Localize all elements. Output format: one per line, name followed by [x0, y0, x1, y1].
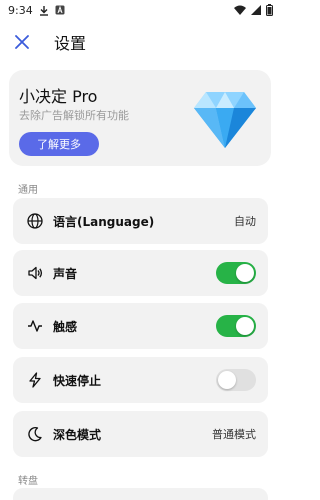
- haptics-toggle[interactable]: [216, 315, 256, 337]
- setting-dark-mode[interactable]: 深色模式 普通模式: [13, 411, 268, 457]
- section-label-wheel: 转盘: [18, 476, 38, 487]
- toggle-knob: [236, 317, 254, 335]
- setting-language-value: 自动: [234, 215, 256, 228]
- notification-a-icon: [55, 5, 65, 15]
- setting-quick-stop-label: 快速停止: [53, 373, 102, 388]
- setting-sound: 声音: [13, 250, 268, 296]
- bolt-icon: [25, 370, 45, 390]
- battery-icon: [266, 4, 273, 16]
- moon-icon: [25, 424, 45, 444]
- status-bar: 9:34: [0, 0, 281, 20]
- setting-language-label: 语言(Language): [53, 214, 155, 229]
- close-icon: [15, 35, 29, 49]
- section-label-general: 通用: [18, 185, 38, 196]
- wheel-setting-row[interactable]: [13, 488, 268, 500]
- globe-icon: [25, 211, 45, 231]
- setting-haptics-label: 触感: [53, 319, 78, 334]
- toggle-knob: [218, 371, 236, 389]
- setting-language[interactable]: 语言(Language) 自动: [13, 198, 268, 244]
- setting-quick-stop: 快速停止: [13, 357, 268, 403]
- pulse-icon: [25, 316, 45, 336]
- wifi-icon: [234, 5, 246, 15]
- page-title: 设置: [54, 34, 87, 53]
- diamond-icon: [194, 92, 256, 152]
- quick-stop-toggle[interactable]: [216, 369, 256, 391]
- speaker-icon: [25, 263, 45, 283]
- learn-more-button[interactable]: 了解更多: [19, 132, 99, 156]
- toggle-knob: [236, 264, 254, 282]
- setting-haptics: 触感: [13, 303, 268, 349]
- cellular-signal-icon: [251, 5, 261, 15]
- setting-dark-mode-value: 普通模式: [212, 428, 256, 441]
- pro-upgrade-card: 小决定 Pro 去除广告解锁所有功能 了解更多: [9, 70, 271, 166]
- setting-dark-mode-label: 深色模式: [53, 427, 102, 442]
- pro-title: 小决定 Pro: [19, 87, 98, 106]
- sound-toggle[interactable]: [216, 262, 256, 284]
- setting-sound-label: 声音: [53, 266, 78, 281]
- download-icon: [39, 5, 49, 16]
- status-time: 9:34: [8, 3, 33, 17]
- close-button[interactable]: [10, 30, 34, 54]
- pro-subtitle: 去除广告解锁所有功能: [19, 109, 129, 122]
- app-bar: 设置: [0, 22, 281, 62]
